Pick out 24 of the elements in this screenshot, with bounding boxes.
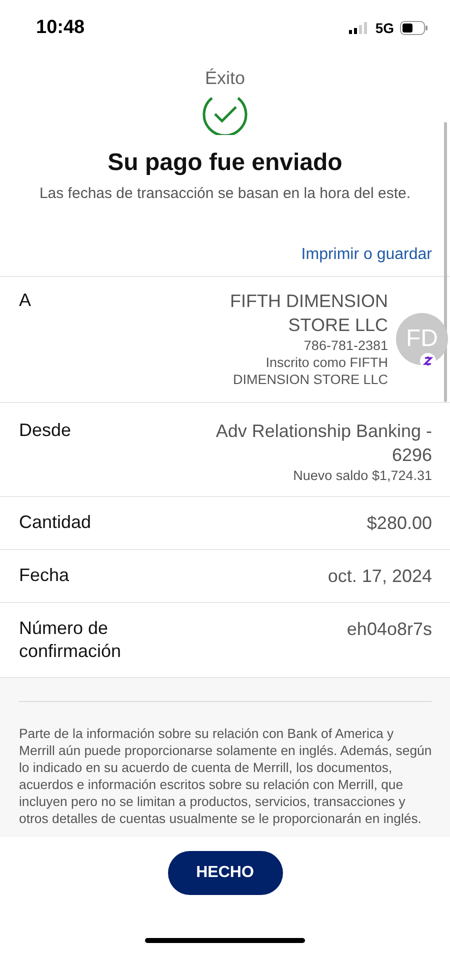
- detail-label: Desde: [19, 419, 72, 442]
- language-disclaimer: Parte de la información sobre su relación con Bank of America y Merrill aún puede proporcionarse solamente en inglés. Además, según lo indicado en su acuerdo de cuenta de Merrill, los documentos, acuerdos e información escritos sobre su relación con Merrill, que incluyen pero no se limitan a productos, servicios, transacciones y otros detalles de cuentas usualmente se le proporcionarán en inglés.: [19, 725, 432, 827]
- clock-time: 10:48: [36, 17, 85, 39]
- detail-label: Cantidad: [19, 511, 92, 534]
- detail-value: oct. 17, 2024: [328, 565, 432, 588]
- detail-label: A: [19, 289, 32, 312]
- success-heading: Su pago fue enviado: [108, 149, 342, 177]
- timezone-note: Las fechas de transacción se basan en la hora del este.: [39, 185, 411, 202]
- enrolled-note: Inscrito como FIFTH DIMENSION STORE LLC: [232, 354, 388, 388]
- checkmark-icon: [202, 95, 248, 135]
- battery-icon: [400, 21, 428, 35]
- phone-number: 786-781-2381: [304, 337, 388, 354]
- detail-label: Número de confirmación: [19, 617, 122, 663]
- print-save-link[interactable]: Imprimir o guardar: [301, 246, 432, 264]
- done-button[interactable]: HECHO: [168, 851, 282, 895]
- signal-icon: [349, 22, 370, 34]
- new-balance: Nuevo saldo $1,724.31: [293, 467, 432, 484]
- network-label: 5G: [375, 20, 394, 36]
- detail-label: Fecha: [19, 564, 70, 587]
- detail-value: FIFTH DIMENSION STORE LLC: [229, 290, 388, 337]
- screen-title: Éxito: [204, 68, 246, 89]
- detail-value: $280.00: [366, 512, 432, 535]
- detail-value: Adv Relationship Banking - 6296: [214, 420, 432, 467]
- detail-value: eh04o8r7s: [346, 618, 432, 641]
